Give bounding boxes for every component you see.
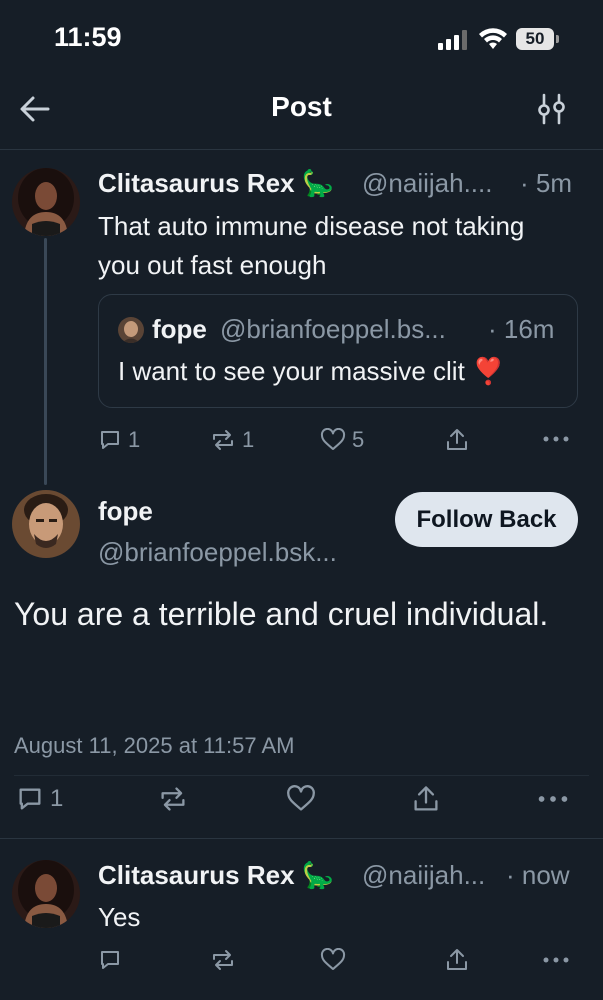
avatar[interactable] xyxy=(12,490,80,558)
post-text: Yes xyxy=(98,902,141,932)
quote-text: I want to see your massive clit ❣️ xyxy=(118,356,505,386)
repost-button[interactable]: 1 xyxy=(210,427,254,453)
more-button[interactable] xyxy=(537,785,569,813)
author-name[interactable]: Clitasaurus Rex 🦕 xyxy=(98,860,334,891)
share-button[interactable] xyxy=(445,947,469,973)
thread-line xyxy=(44,238,47,485)
quote-age: · 16m xyxy=(488,314,555,344)
author-name[interactable]: fope xyxy=(98,496,153,527)
follow-back-button[interactable]: Follow Back xyxy=(395,492,578,547)
more-button[interactable] xyxy=(542,948,570,972)
reply-button[interactable] xyxy=(98,948,122,972)
post-timestamp: August 11, 2025 at 11:57 AM xyxy=(14,733,295,758)
author-handle[interactable]: @naiijah... xyxy=(362,860,485,891)
reply-count: 1 xyxy=(50,785,64,812)
reply-button[interactable]: 1 xyxy=(16,785,63,813)
reply-icon xyxy=(101,431,119,449)
signal-icon xyxy=(438,30,468,50)
author-handle[interactable]: @brianfoeppel.bsk... xyxy=(98,537,337,568)
more-dots-icon xyxy=(543,436,569,442)
reply-icon xyxy=(101,951,119,969)
repost-button[interactable] xyxy=(210,948,236,972)
share-icon xyxy=(447,949,467,970)
share-button[interactable] xyxy=(445,427,469,453)
share-icon xyxy=(447,429,467,450)
post-text: You are a terrible and cruel individual. xyxy=(14,596,549,632)
author-handle[interactable]: @naiijah.... xyxy=(362,168,492,199)
share-icon xyxy=(414,786,438,811)
post-text: That auto immune disease not taking you … xyxy=(98,211,525,280)
battery-level: 50 xyxy=(516,28,554,50)
header-divider xyxy=(0,149,603,150)
repost-icon xyxy=(213,430,233,450)
avatar[interactable] xyxy=(12,860,80,928)
quote-author-name: fope xyxy=(152,314,207,344)
more-dots-icon xyxy=(543,957,569,963)
like-count: 5 xyxy=(352,427,365,452)
reply-icon xyxy=(19,788,41,810)
reply-button[interactable]: 1 xyxy=(98,427,140,453)
repost-button[interactable] xyxy=(158,785,188,813)
post-divider xyxy=(0,838,603,839)
wifi-icon xyxy=(478,27,508,51)
heart-icon xyxy=(320,948,346,970)
share-button[interactable] xyxy=(412,784,440,814)
status-time: 11:59 xyxy=(54,22,122,52)
like-button[interactable] xyxy=(286,785,316,813)
repost-count: 1 xyxy=(242,427,255,452)
repost-icon xyxy=(161,787,185,811)
thread-settings-button[interactable] xyxy=(535,92,569,126)
post-age: · 5m xyxy=(520,168,572,198)
page-title: Post xyxy=(271,91,332,122)
meta-divider xyxy=(14,775,589,776)
more-dots-icon xyxy=(538,796,568,802)
heart-icon xyxy=(287,785,315,811)
avatar[interactable] xyxy=(12,168,80,236)
repost-icon xyxy=(213,950,233,970)
heart-icon xyxy=(320,428,346,450)
reply-count: 1 xyxy=(128,427,141,452)
author-name[interactable]: Clitasaurus Rex 🦕 xyxy=(98,168,334,199)
like-button[interactable] xyxy=(320,948,346,972)
quote-author-handle: @brianfoeppel.bs... xyxy=(220,314,446,344)
quote-avatar xyxy=(118,317,144,343)
battery-icon xyxy=(556,35,559,43)
sliders-icon xyxy=(538,93,565,125)
like-button[interactable]: 5 xyxy=(320,427,364,453)
more-button[interactable] xyxy=(542,427,570,451)
post-age: · now xyxy=(506,860,570,890)
